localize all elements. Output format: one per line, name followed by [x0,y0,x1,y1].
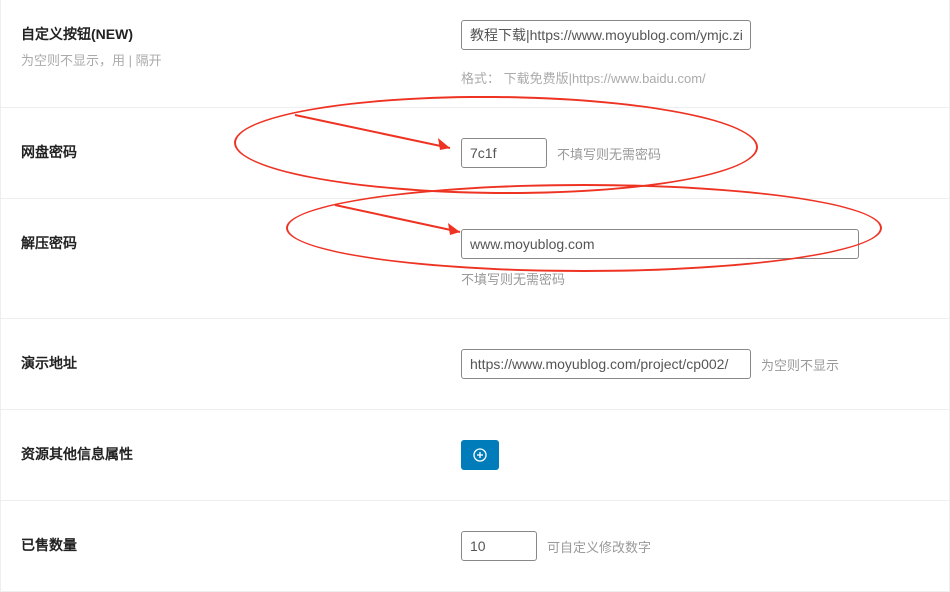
label-resource-attrs: 资源其他信息属性 [21,444,461,464]
label-disk-password: 网盘密码 [21,142,461,162]
label-col: 资源其他信息属性 [21,440,461,464]
input-col: 不填写则无需密码 [461,138,939,168]
label-col: 解压密码 [21,229,461,253]
settings-form: 自定义按钮(NEW) 为空则不显示，用 | 隔开 格式： 下载免费版|https… [0,0,950,592]
label-col: 演示地址 [21,349,461,373]
sold-count-input[interactable] [461,531,537,561]
input-col [461,440,939,470]
disk-password-hint: 不填写则无需密码 [557,144,661,163]
row-demo-url: 演示地址 为空则不显示 [1,319,949,410]
row-sold-count: 已售数量 可自定义修改数字 [1,501,949,592]
label-demo-url: 演示地址 [21,353,461,373]
label-col: 已售数量 [21,531,461,555]
disk-password-input[interactable] [461,138,547,168]
label-unzip-password: 解压密码 [21,233,461,253]
custom-button-input[interactable] [461,20,751,50]
add-attribute-button[interactable] [461,440,499,470]
input-col: 为空则不显示 [461,349,939,379]
row-resource-attrs: 资源其他信息属性 [1,410,949,501]
unzip-password-hint: 不填写则无需密码 [461,269,565,288]
input-col: 格式： 下载免费版|https://www.baidu.com/ [461,20,939,87]
row-unzip-password: 解压密码 不填写则无需密码 [1,199,949,319]
demo-url-hint: 为空则不显示 [761,355,839,374]
label-sold-count: 已售数量 [21,535,461,555]
demo-url-input[interactable] [461,349,751,379]
label-custom-button: 自定义按钮(NEW) [21,24,461,44]
row-custom-button: 自定义按钮(NEW) 为空则不显示，用 | 隔开 格式： 下载免费版|https… [1,0,949,108]
plus-circle-icon [472,447,488,463]
label-col: 网盘密码 [21,138,461,162]
row-disk-password: 网盘密码 不填写则无需密码 [1,108,949,199]
sold-count-hint: 可自定义修改数字 [547,537,651,556]
sublabel-custom-button: 为空则不显示，用 | 隔开 [21,50,461,69]
custom-button-hint: 格式： 下载免费版|https://www.baidu.com/ [461,68,939,87]
unzip-password-input[interactable] [461,229,859,259]
input-col: 可自定义修改数字 [461,531,939,561]
label-col: 自定义按钮(NEW) 为空则不显示，用 | 隔开 [21,20,461,69]
input-col: 不填写则无需密码 [461,229,939,288]
